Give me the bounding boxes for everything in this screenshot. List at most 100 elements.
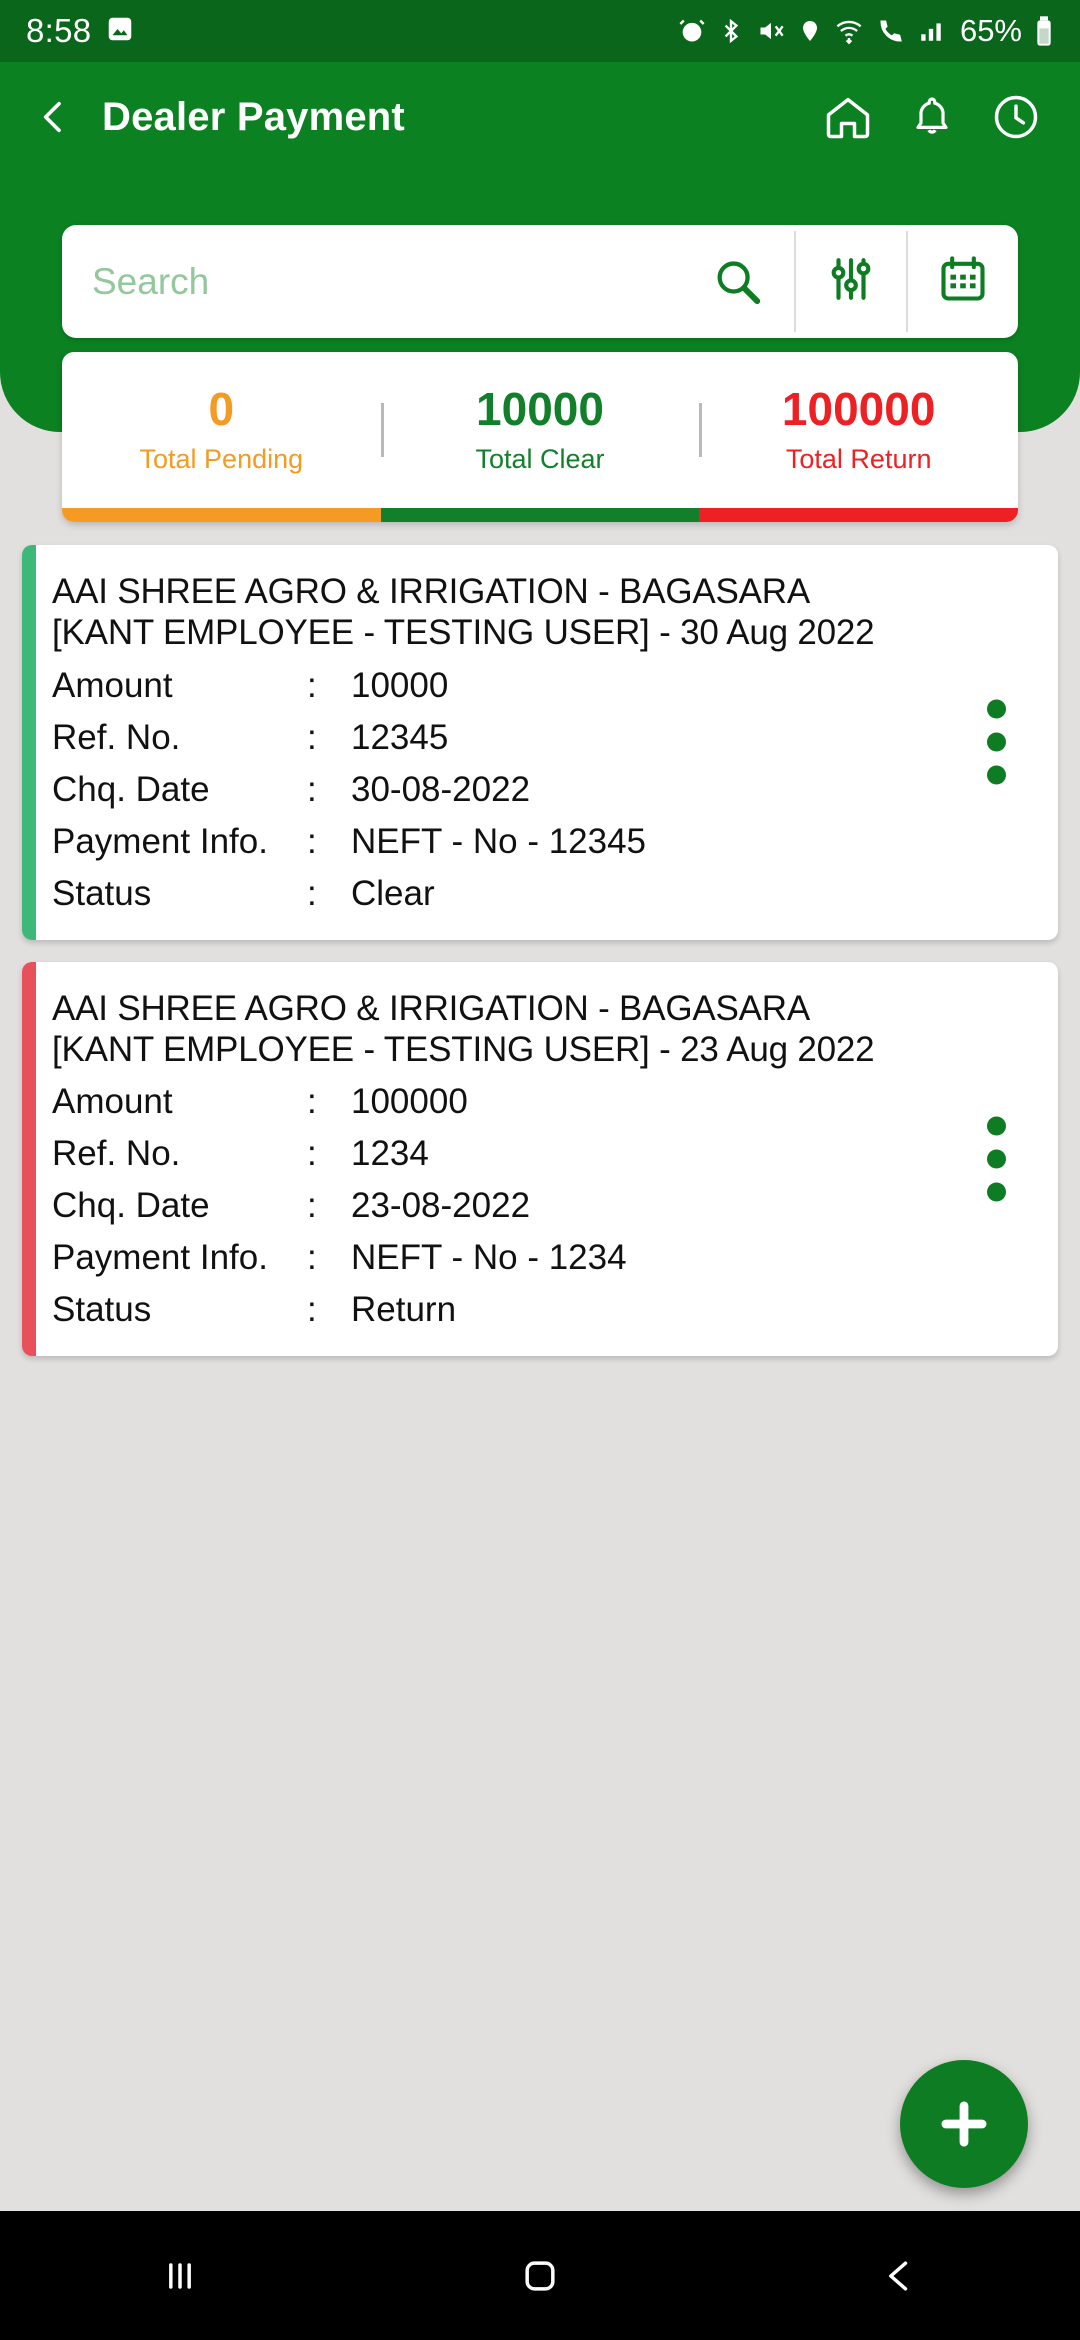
payment-card[interactable]: AAI SHREE AGRO & IRRIGATION - BAGASARA [… xyxy=(22,961,1058,1357)
summary-bars xyxy=(62,508,1018,522)
summary-bar-pending xyxy=(62,508,381,522)
summary-value: 100000 xyxy=(781,383,936,436)
field-colon: : xyxy=(307,769,317,809)
field-label: Payment Info. xyxy=(52,821,268,861)
field-value-chq-date: 23-08-2022 xyxy=(351,1186,531,1226)
status-accent-stripe xyxy=(22,961,36,1357)
field-value-amount: 10000 xyxy=(351,665,449,705)
back-chevron-icon xyxy=(43,101,61,133)
app-bar-actions xyxy=(822,91,1052,143)
field-label: Status xyxy=(52,1290,152,1330)
search-icon[interactable] xyxy=(700,255,770,309)
field-label: Amount xyxy=(52,665,173,705)
overflow-menu-button[interactable] xyxy=(987,1116,1006,1202)
home-button[interactable] xyxy=(440,2254,640,2298)
field-colon: : xyxy=(307,665,317,705)
home-icon[interactable] xyxy=(822,91,874,143)
payment-title: AAI SHREE AGRO & IRRIGATION - BAGASARA [… xyxy=(52,572,875,653)
status-accent-stripe xyxy=(22,545,36,940)
field-value-ref-no: 1234 xyxy=(351,1134,429,1174)
summary-item-clear[interactable]: 10000 Total Clear xyxy=(380,383,700,474)
summary-label: Total Pending xyxy=(139,443,304,474)
field-label: Amount xyxy=(52,1082,173,1122)
payment-row-ref-no: Ref. No. : 12345 xyxy=(52,718,1028,758)
search-input[interactable] xyxy=(92,260,700,303)
summary-row: 0 Total Pending 10000 Total Clear 100000… xyxy=(62,352,1018,508)
summary-bar-return xyxy=(699,508,1018,522)
field-colon: : xyxy=(307,873,317,913)
plus-icon xyxy=(941,2101,987,2147)
payment-card[interactable]: AAI SHREE AGRO & IRRIGATION - BAGASARA [… xyxy=(22,545,1058,940)
clock-icon[interactable] xyxy=(990,91,1042,143)
status-time: 8:58 xyxy=(26,12,92,49)
payment-row-amount: Amount : 10000 xyxy=(52,666,1028,706)
nav-back-button[interactable] xyxy=(800,2254,1000,2298)
field-colon: : xyxy=(307,1290,317,1330)
app-bar: Dealer Payment xyxy=(0,62,1080,172)
search-bar xyxy=(62,225,1018,338)
wifi-icon xyxy=(834,17,864,45)
back-button[interactable] xyxy=(28,82,80,152)
field-colon: : xyxy=(307,1134,317,1174)
field-label: Chq. Date xyxy=(52,769,210,809)
field-value-payment-info: NEFT - No - 1234 xyxy=(351,1238,627,1278)
payment-row-payment-info: Payment Info. : NEFT - No - 1234 xyxy=(52,1238,1028,1278)
field-value-chq-date: 30-08-2022 xyxy=(351,769,531,809)
payment-row-payment-info: Payment Info. : NEFT - No - 12345 xyxy=(52,822,1028,862)
filter-sliders-icon xyxy=(826,252,876,311)
payment-title: AAI SHREE AGRO & IRRIGATION - BAGASARA [… xyxy=(52,988,875,1069)
field-colon: : xyxy=(307,1238,317,1278)
summary-label: Total Return xyxy=(785,443,932,474)
field-label: Ref. No. xyxy=(52,1134,181,1174)
back-chevron-icon xyxy=(889,2260,908,2291)
image-icon xyxy=(105,14,135,49)
summary-item-pending[interactable]: 0 Total Pending xyxy=(62,385,381,474)
payment-row-ref-no: Ref. No. : 1234 xyxy=(52,1134,1028,1174)
mute-icon xyxy=(756,17,786,45)
payment-row-chq-date: Chq. Date : 30-08-2022 xyxy=(52,770,1028,810)
field-colon: : xyxy=(307,717,317,757)
system-nav-bar xyxy=(0,2211,1080,2340)
payment-row-chq-date: Chq. Date : 23-08-2022 xyxy=(52,1186,1028,1226)
summary-item-return[interactable]: 100000 Total Return xyxy=(699,385,1018,474)
summary-value: 0 xyxy=(208,383,235,436)
home-square-icon xyxy=(525,2260,555,2291)
filter-button[interactable] xyxy=(796,225,906,338)
summary-value: 10000 xyxy=(476,383,604,436)
battery-percent: 65% xyxy=(959,13,1022,48)
calendar-button[interactable] xyxy=(908,225,1018,338)
call-icon xyxy=(876,17,906,45)
payment-row-status: Status : Return xyxy=(52,1290,1028,1330)
summary-label: Total Clear xyxy=(475,443,605,474)
field-label: Chq. Date xyxy=(52,1186,210,1226)
field-value-amount: 100000 xyxy=(351,1082,468,1122)
status-bar-right: 65% xyxy=(678,13,1054,49)
search-field[interactable] xyxy=(62,225,794,338)
add-payment-fab[interactable] xyxy=(900,2060,1028,2188)
field-value-status: Return xyxy=(351,1290,457,1330)
field-value-ref-no: 12345 xyxy=(351,717,449,757)
bell-icon[interactable] xyxy=(908,91,956,143)
field-colon: : xyxy=(307,1186,317,1226)
location-icon xyxy=(798,17,822,45)
recents-button[interactable] xyxy=(80,2254,280,2298)
field-colon: : xyxy=(307,821,317,861)
overflow-menu-button[interactable] xyxy=(987,699,1006,785)
payment-list: AAI SHREE AGRO & IRRIGATION - BAGASARA [… xyxy=(0,545,1080,1378)
field-label: Ref. No. xyxy=(52,717,181,757)
calendar-icon xyxy=(937,252,989,311)
payment-row-status: Status : Clear xyxy=(52,874,1028,914)
summary-bar-clear xyxy=(380,508,700,522)
status-bar: 8:58 65% xyxy=(0,0,1080,62)
status-bar-left: 8:58 xyxy=(26,12,135,50)
payment-row-amount: Amount : 100000 xyxy=(52,1082,1028,1122)
page-title: Dealer Payment xyxy=(102,94,405,139)
alarm-icon xyxy=(678,17,706,45)
battery-icon xyxy=(1034,15,1054,47)
field-label: Status xyxy=(52,873,152,913)
field-value-status: Clear xyxy=(351,873,435,913)
signal-icon xyxy=(918,17,944,45)
recents-icon xyxy=(169,2262,191,2289)
bluetooth-icon xyxy=(718,17,744,45)
field-value-payment-info: NEFT - No - 12345 xyxy=(351,821,647,861)
